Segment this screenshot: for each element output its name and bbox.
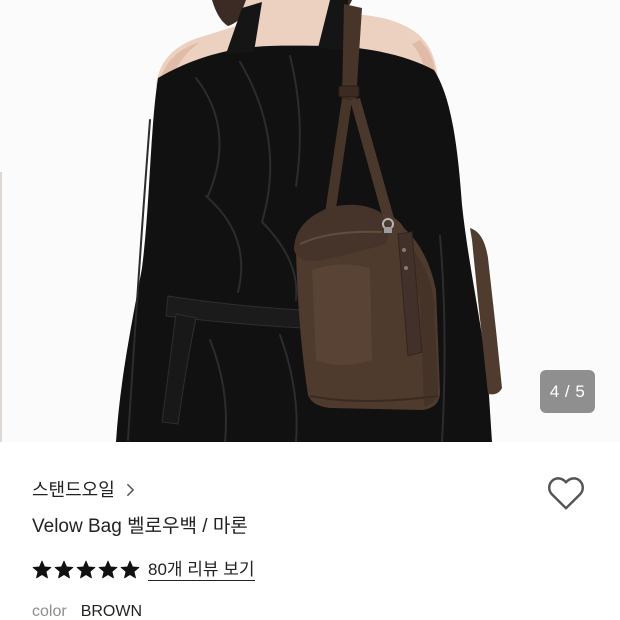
bag-rivet [404,266,408,270]
previous-slide-edge [0,172,2,442]
star-icon [32,560,52,579]
product-title: Velow Bag 벨로우백 / 마론 [32,516,248,537]
product-photo [0,0,620,442]
brand-link[interactable]: 스탠드오일 [32,477,135,503]
color-label: color [32,603,67,620]
bag-metal-clasp [384,227,392,233]
image-counter-text: 4 / 5 [549,382,586,401]
wishlist-heart-button[interactable] [546,475,586,511]
star-icon [98,560,118,579]
star-icon [54,560,74,579]
product-image-carousel[interactable]: 4 / 5 [0,0,620,442]
handle-buckle [338,85,360,98]
color-value: BROWN [80,603,143,620]
reviews-link[interactable]: 80개 리뷰 보기 [148,560,255,581]
product-detail-page: 4 / 5 스탠드오일 Velow Bag 벨로우백 / 마론 80개 리뷰 보… [0,0,620,620]
bag-suede-highlight [312,264,372,365]
brand-name: 스탠드오일 [32,480,115,500]
chevron-right-icon [126,483,134,497]
color-option-row: color BROWN [32,603,142,620]
star-icon [120,560,140,579]
rating-row: 80개 리뷰 보기 [32,560,255,581]
bag-rivet [402,248,406,252]
star-icon [76,560,96,579]
image-counter-badge: 4 / 5 [540,370,595,413]
heart-icon [548,477,584,510]
rating-stars [32,560,142,580]
